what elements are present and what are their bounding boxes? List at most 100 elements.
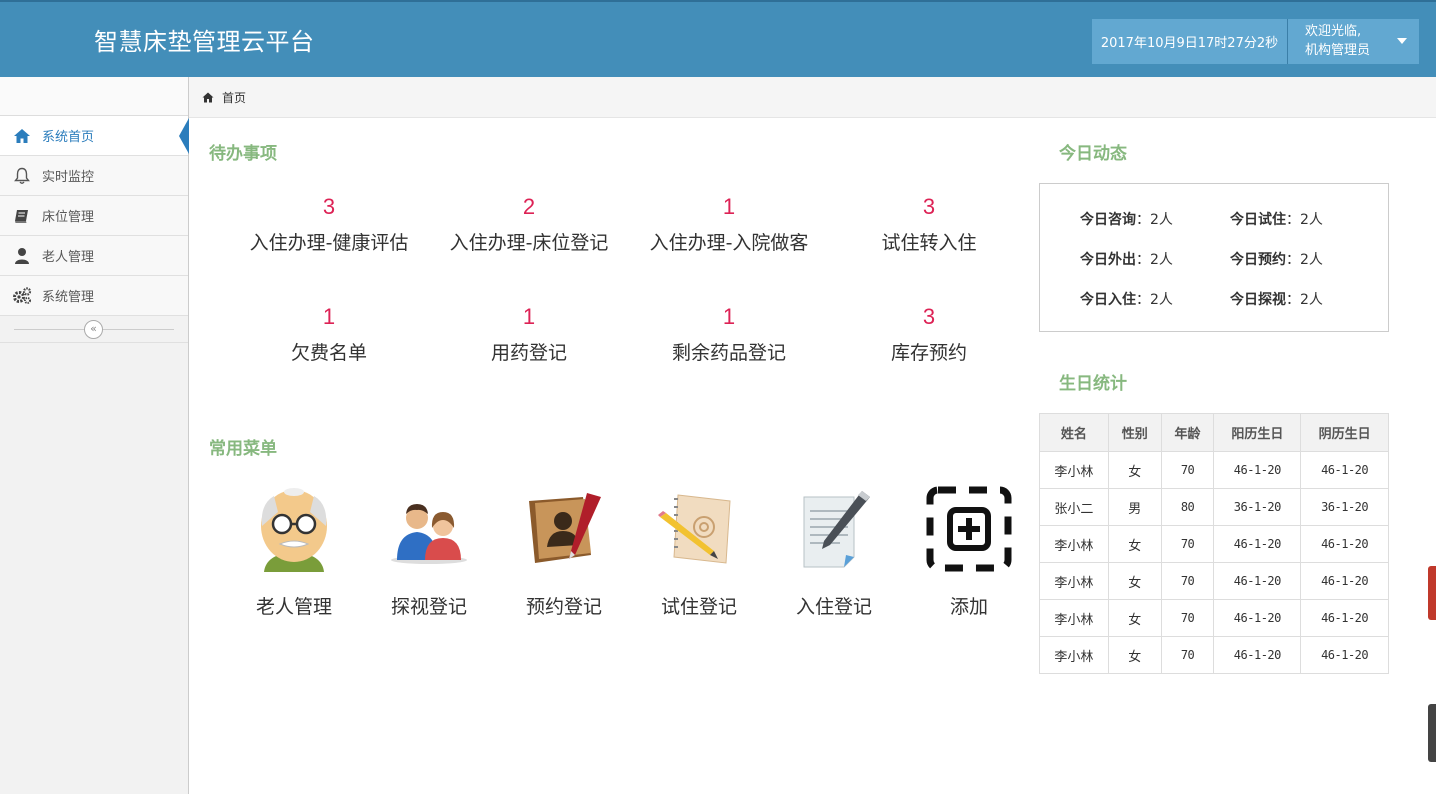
user-menu[interactable]: 欢迎光临, 机构管理员	[1288, 19, 1419, 64]
cell-lunar-birthday: 46-1-20	[1300, 525, 1389, 563]
todo-label: 入住办理-床位登记	[449, 232, 609, 254]
header-right: 2017年10月9日17时27分2秒 欢迎光临, 机构管理员	[1092, 19, 1419, 64]
stat-label: 今日预约	[1230, 252, 1286, 268]
breadcrumb-home-link[interactable]: 首页	[222, 89, 246, 106]
cell-age: 70	[1160, 451, 1215, 489]
todo-item[interactable]: 1 欠费名单	[229, 304, 429, 365]
birthday-table: 姓名 性别 年龄 阳历生日 阴历生日 李小林 女 70 46-1-20 46-1…	[1039, 413, 1389, 674]
app-title: 智慧床垫管理云平台	[94, 28, 315, 56]
cell-solar-birthday: 46-1-20	[1213, 562, 1302, 600]
todo-count: 3	[322, 194, 336, 219]
table-row: 李小林 女 70 46-1-20 46-1-20	[1039, 451, 1389, 489]
cell-name: 李小林	[1039, 451, 1109, 489]
table-row: 李小林 女 70 46-1-20 46-1-20	[1039, 525, 1389, 563]
sidebar-item-system[interactable]: 系统管理	[0, 276, 188, 316]
document-pen-icon	[789, 484, 879, 574]
sidebar-collapse-bar: «	[0, 316, 188, 343]
todo-section-title: 待办事项	[209, 144, 277, 164]
home-icon	[202, 92, 214, 103]
sidebar-item-label: 系统首页	[42, 130, 95, 145]
menu-check-in-registration[interactable]: 入住登记	[774, 484, 894, 619]
cell-age: 70	[1160, 525, 1215, 563]
menu-label: 老人管理	[255, 596, 332, 618]
todo-label: 入住办理-健康评估	[249, 232, 409, 254]
cell-gender: 女	[1107, 636, 1162, 674]
stat-value: 2人	[1150, 292, 1173, 308]
user-icon	[12, 246, 32, 266]
sidebar-item-home[interactable]: 系统首页	[0, 116, 189, 156]
cell-solar-birthday: 46-1-20	[1213, 636, 1302, 674]
todo-count: 1	[522, 304, 536, 329]
elder-face-icon	[249, 484, 339, 574]
todo-label: 剩余药品登记	[671, 342, 786, 364]
todo-item[interactable]: 1 用药登记	[429, 304, 629, 365]
todo-label: 库存预约	[890, 342, 967, 364]
table-row: 张小二 男 80 36-1-20 36-1-20	[1039, 488, 1389, 526]
todo-item[interactable]: 3 库存预约	[829, 304, 1029, 365]
menu-elder-management[interactable]: 老人管理	[234, 484, 354, 619]
cell-age: 70	[1160, 562, 1215, 600]
cell-lunar-birthday: 46-1-20	[1300, 451, 1389, 489]
collapse-sidebar-button[interactable]: «	[84, 320, 103, 339]
cell-solar-birthday: 46-1-20	[1213, 451, 1302, 489]
cell-gender: 女	[1107, 525, 1162, 563]
cell-solar-birthday: 46-1-20	[1213, 599, 1302, 637]
cell-lunar-birthday: 46-1-20	[1300, 599, 1389, 637]
today-section-title: 今日动态	[1059, 144, 1127, 164]
today-stat: 今日咨询：2人	[1080, 212, 1173, 228]
todo-count: 2	[522, 194, 536, 219]
todo-item[interactable]: 2 入住办理-床位登记	[429, 194, 629, 255]
stat-value: 2人	[1300, 292, 1323, 308]
cell-solar-birthday: 36-1-20	[1213, 488, 1302, 526]
todo-count: 1	[322, 304, 336, 329]
todo-label: 试住转入住	[881, 232, 977, 254]
stat-value: 2人	[1150, 212, 1173, 228]
sidebar-item-monitor[interactable]: 实时监控	[0, 156, 188, 196]
breadcrumb: 首页	[189, 77, 1436, 118]
stat-label: 今日入住	[1080, 292, 1136, 308]
stat-label: 今日探视	[1230, 292, 1286, 308]
today-stat: 今日入住：2人	[1080, 292, 1173, 308]
cell-name: 张小二	[1039, 488, 1109, 526]
current-datetime: 2017年10月9日17时27分2秒	[1092, 19, 1288, 64]
todo-count: 3	[922, 194, 936, 219]
stat-value: 2人	[1150, 252, 1173, 268]
column-header: 阴历生日	[1300, 413, 1389, 452]
cell-lunar-birthday: 46-1-20	[1300, 562, 1389, 600]
cell-name: 李小林	[1039, 525, 1109, 563]
cogs-icon	[12, 286, 32, 306]
todo-item[interactable]: 1 入住办理-入院做客	[629, 194, 829, 255]
todo-item[interactable]: 1 剩余药品登记	[629, 304, 829, 365]
bell-icon	[12, 166, 32, 186]
caret-down-icon	[1397, 38, 1407, 44]
todo-count: 3	[922, 304, 936, 329]
cell-gender: 女	[1107, 599, 1162, 637]
sidebar-item-label: 老人管理	[42, 250, 95, 265]
column-header: 姓名	[1039, 413, 1109, 452]
stat-label: 今日外出	[1080, 252, 1136, 268]
menu-label: 添加	[949, 596, 988, 618]
menu-add-shortcut[interactable]: 添加	[909, 484, 1029, 619]
menu-label: 试住登记	[660, 596, 737, 618]
todo-count: 1	[722, 304, 736, 329]
floating-thermometer-widget[interactable]	[1428, 566, 1436, 620]
todo-label: 用药登记	[490, 342, 567, 364]
sidebar-item-elders[interactable]: 老人管理	[0, 236, 188, 276]
menu-label: 探视登记	[390, 596, 467, 618]
menu-visit-registration[interactable]: 探视登记	[369, 484, 489, 619]
todo-item[interactable]: 3 入住办理-健康评估	[229, 194, 429, 255]
column-header: 阳历生日	[1213, 413, 1302, 452]
sidebar-item-label: 床位管理	[42, 210, 95, 225]
sidebar-top	[0, 77, 188, 116]
column-header: 年龄	[1160, 413, 1215, 452]
sidebar-item-beds[interactable]: 床位管理	[0, 196, 188, 236]
menu-trial-stay-registration[interactable]: 试住登记	[639, 484, 759, 619]
cell-lunar-birthday: 36-1-20	[1300, 488, 1389, 526]
todo-label: 入住办理-入院做客	[649, 232, 809, 254]
cell-name: 李小林	[1039, 562, 1109, 600]
floating-side-widget[interactable]	[1428, 704, 1436, 762]
menu-section-title: 常用菜单	[209, 439, 277, 459]
todo-item[interactable]: 3 试住转入住	[829, 194, 1029, 255]
menu-reservation-registration[interactable]: 预约登记	[504, 484, 624, 619]
cell-age: 80	[1160, 488, 1215, 526]
